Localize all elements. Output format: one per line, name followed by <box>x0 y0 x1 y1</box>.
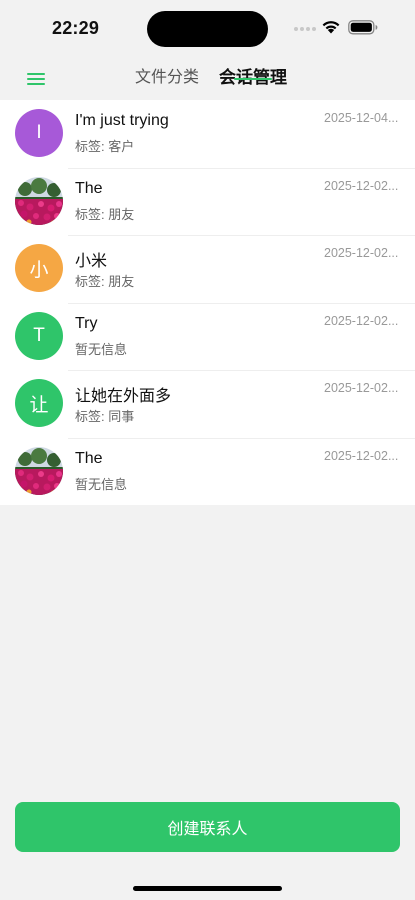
avatar-photo <box>15 176 63 225</box>
contact-row[interactable]: The 标签: 朋友 2025-12-02... <box>0 167 415 236</box>
cellular-signal-icon <box>294 27 316 31</box>
status-bar: 22:29 <box>0 0 415 56</box>
contact-name: 让她在外面多 <box>75 388 172 405</box>
create-contact-button[interactable]: 创建联系人 <box>15 802 400 852</box>
avatar: I <box>15 109 63 157</box>
contact-row[interactable]: T Try 暂无信息 2025-12-02... <box>0 302 415 371</box>
contact-date: 2025-12-02... <box>324 178 399 193</box>
app-screen: 22:29 文件分类 会话管理 I I'm just trying 标签: 客户 20… <box>0 0 415 900</box>
contact-date: 2025-12-04... <box>324 111 399 125</box>
contact-tag: 标签: 朋友 <box>75 274 135 289</box>
contact-tag: 标签: 客户 <box>75 139 135 154</box>
status-time: 22:29 <box>52 18 100 38</box>
contact-name: Try <box>75 314 98 332</box>
contact-row[interactable]: 让让她在外面多 标签: 同事 2025-12-02... <box>0 370 415 438</box>
contact-name: The <box>75 449 103 467</box>
home-indicator <box>133 886 282 891</box>
contact-tag: 标签: 同事 <box>75 409 135 424</box>
contact-name: I'm just trying <box>75 112 169 129</box>
avatar: T <box>15 311 63 360</box>
avatar-photo <box>15 446 63 495</box>
contact-row[interactable]: I I'm just trying 标签: 客户 2025-12-04... <box>0 100 415 168</box>
contact-row[interactable]: The 暂无信息 2025-12-02... <box>0 437 415 506</box>
contact-list: I I'm just trying 标签: 客户 2025-12-04... The 标… <box>0 100 415 505</box>
tab-conversation-management[interactable]: 会话管理 <box>219 67 287 89</box>
contact-tag: 标签: 朋友 <box>75 206 135 222</box>
contact-row[interactable]: 小小米标签: 朋友 2025-12-02... <box>0 235 415 303</box>
contact-tag: 暂无信息 <box>75 341 128 357</box>
battery-icon <box>348 20 378 35</box>
avatar: 小 <box>15 244 63 292</box>
dynamic-island <box>147 11 268 47</box>
contact-date: 2025-12-02... <box>324 313 399 328</box>
contact-tag: 暂无信息 <box>75 476 128 492</box>
contact-date: 2025-12-02... <box>324 246 399 260</box>
tab-bar: 文件分类 会话管理 <box>135 67 287 89</box>
avatar: 让 <box>15 379 63 427</box>
contact-date: 2025-12-02... <box>324 381 399 395</box>
tab-file-categories[interactable]: 文件分类 <box>135 67 199 89</box>
contact-name: The <box>75 179 103 197</box>
wifi-icon <box>322 21 340 34</box>
top-nav: 文件分类 会话管理 <box>0 56 415 100</box>
menu-icon[interactable] <box>27 73 45 85</box>
contact-name: 小米 <box>75 253 108 270</box>
contact-date: 2025-12-02... <box>324 448 399 463</box>
